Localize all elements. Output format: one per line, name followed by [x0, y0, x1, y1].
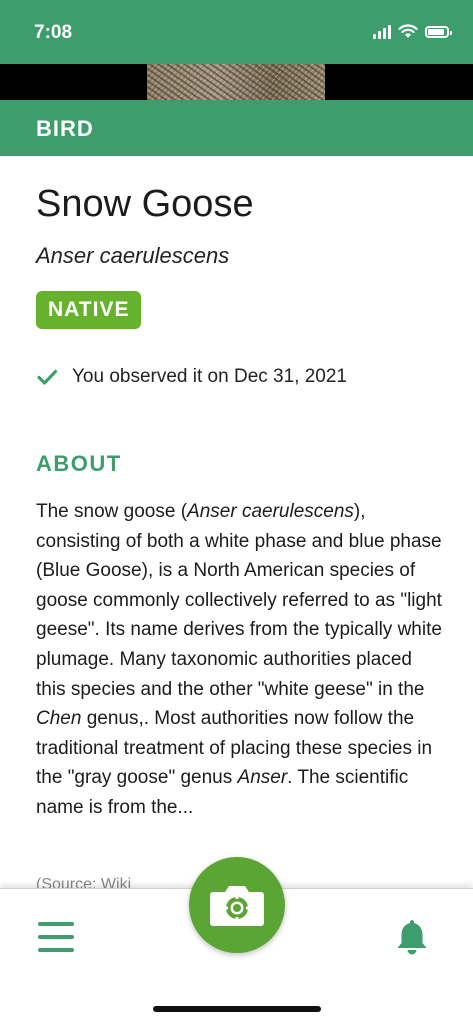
check-icon [37, 369, 58, 385]
native-status-badge: NATIVE [36, 291, 142, 329]
about-text: The snow goose (Anser caerulescens), con… [36, 501, 442, 818]
camera-button[interactable] [189, 857, 285, 953]
about-heading: ABOUT [36, 451, 122, 476]
species-photo-strip [0, 64, 473, 100]
category-bar: BIRD [0, 100, 473, 156]
observed-row: You observed it on Dec 31, 2021 [36, 366, 347, 388]
bell-icon[interactable] [394, 917, 430, 957]
wifi-icon [398, 24, 418, 38]
cellular-signal-icon [373, 24, 391, 39]
observed-text: You observed it on Dec 31, 2021 [72, 366, 347, 387]
camera-icon [210, 886, 264, 926]
menu-icon[interactable] [38, 920, 74, 954]
species-photo[interactable] [147, 64, 325, 100]
status-time: 7:08 [34, 22, 73, 43]
status-bar: 7:08 [0, 0, 473, 64]
species-scientific-name: Anser caerulescens [36, 243, 230, 268]
source-text-partial: (Source: Wiki [36, 876, 132, 888]
status-icons [373, 24, 452, 39]
species-common-name: Snow Goose [36, 183, 254, 225]
battery-icon [425, 25, 452, 38]
category-label: BIRD [36, 116, 94, 141]
home-indicator[interactable] [153, 1006, 321, 1012]
